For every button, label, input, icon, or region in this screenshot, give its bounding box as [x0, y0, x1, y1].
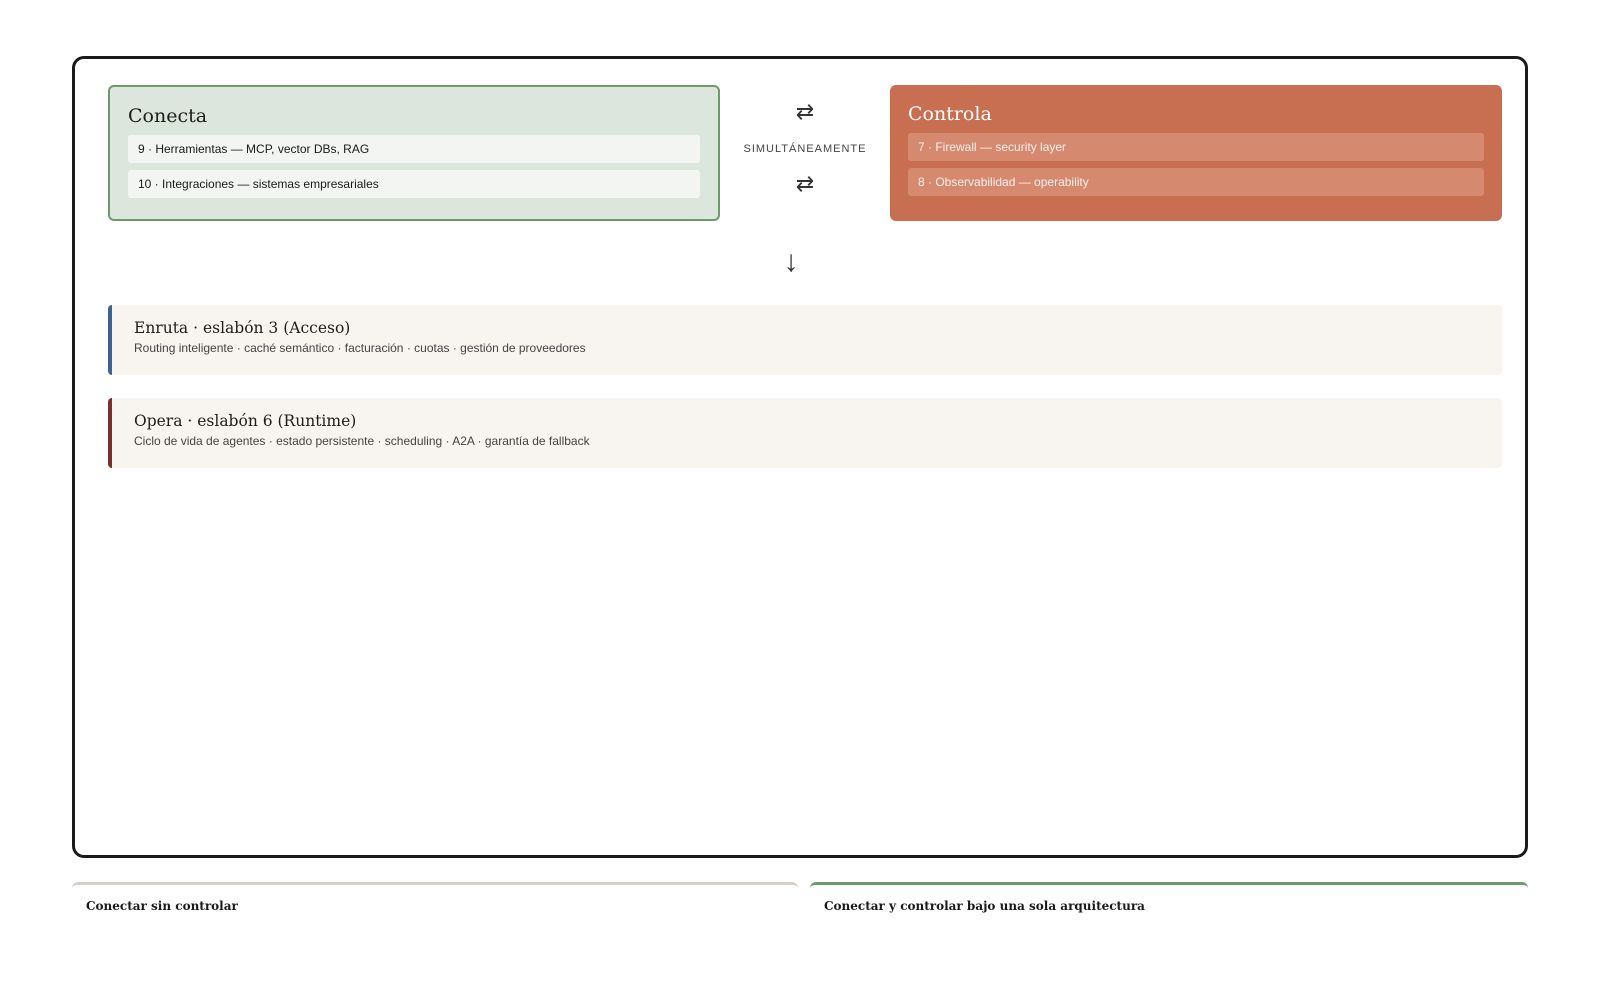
bottom-card-sin-controlar: Conectar sin controlar [72, 882, 798, 942]
layer-opera-desc: Ciclo de vida de agentes · estado persis… [134, 434, 590, 448]
bottom-left-label: Conectar sin controlar [86, 899, 238, 913]
conecta-item-integraciones: 10 · Integraciones — sistemas empresaria… [128, 170, 700, 198]
layer-opera: Opera · eslabón 6 (Runtime) Ciclo de vid… [108, 398, 1502, 468]
swap-arrows-icon: ⇄ [795, 99, 815, 124]
down-arrow-icon: ↓ [783, 245, 799, 278]
simultaneamente-label: SIMULTÁNEAMENTE [743, 143, 867, 155]
controla-box: Controla 7 · Firewall — security layer 8… [890, 85, 1502, 221]
controla-item-firewall: 7 · Firewall — security layer [908, 133, 1484, 161]
conecta-item-herramientas: 9 · Herramientas — MCP, vector DBs, RAG [128, 135, 700, 163]
diagram-frame: Conecta 9 · Herramientas — MCP, vector D… [72, 56, 1528, 858]
swap-arrows-icon: ⇄ [795, 171, 815, 196]
simultaneous-connector: ⇄ SIMULTÁNEAMENTE ⇄ [720, 85, 890, 221]
conecta-box: Conecta 9 · Herramientas — MCP, vector D… [108, 85, 720, 221]
bottom-right-label: Conectar y controlar bajo una sola arqui… [824, 899, 1145, 913]
layer-enruta-title: Enruta · eslabón 3 (Acceso) [134, 319, 351, 337]
controla-item-observabilidad: 8 · Observabilidad — operability [908, 168, 1484, 196]
controla-title: Controla [908, 103, 992, 125]
bottom-card-una-arquitectura: Conectar y controlar bajo una sola arqui… [810, 882, 1528, 942]
conecta-title: Conecta [128, 105, 208, 127]
layer-enruta-desc: Routing inteligente · caché semántico · … [134, 341, 586, 355]
layer-enruta: Enruta · eslabón 3 (Acceso) Routing inte… [108, 305, 1502, 375]
layer-opera-title: Opera · eslabón 6 (Runtime) [134, 412, 357, 430]
